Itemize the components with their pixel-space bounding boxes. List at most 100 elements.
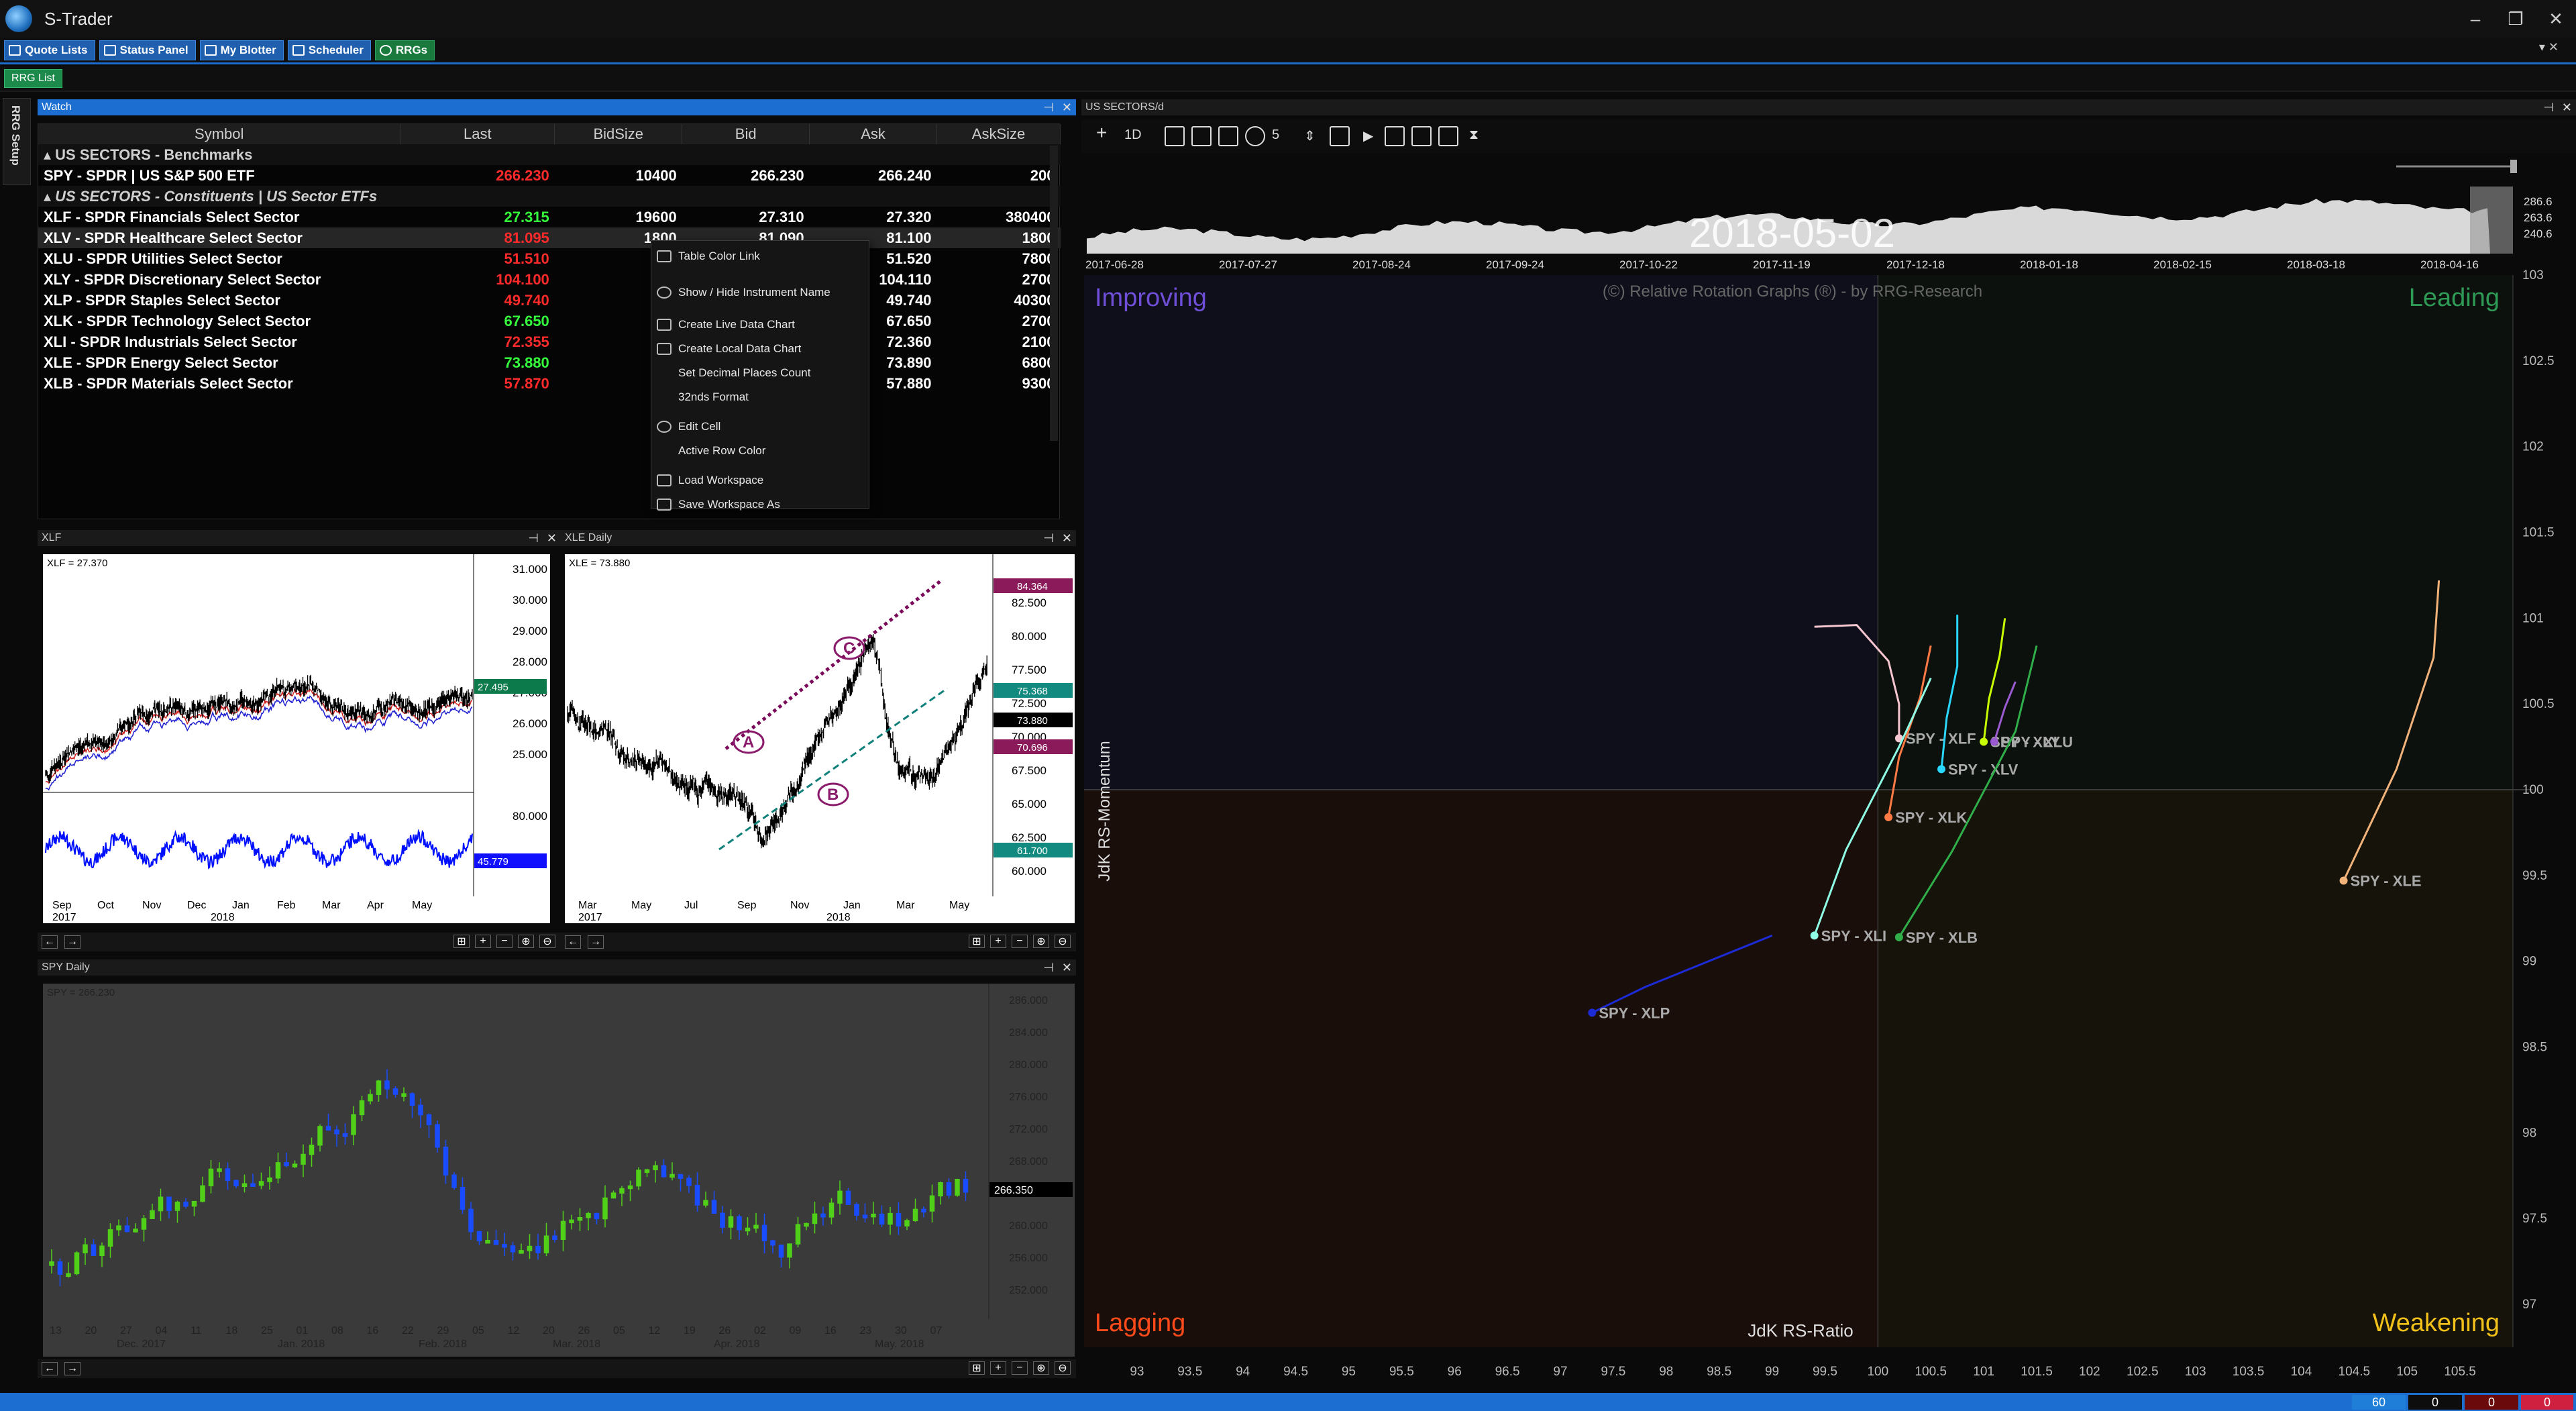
cell-symbol[interactable]: XLK - SPDR Technology Select Sector <box>38 311 400 331</box>
toolbar-overflow-icon[interactable]: ▾ ✕ <box>2539 40 2559 54</box>
close-icon[interactable]: ✕ <box>547 531 557 545</box>
minimize-icon[interactable]: – <box>2455 0 2496 38</box>
rrg-point[interactable] <box>1990 737 1998 746</box>
rrg-point[interactable] <box>2339 876 2348 885</box>
rrg-chart[interactable]: 286.6 263.6 240.6 2017-06-28 2017-07-27 2017-… <box>1081 119 2576 1393</box>
cell-asksize[interactable]: 380400 <box>937 207 1061 227</box>
rrg-point[interactable] <box>1937 765 1945 774</box>
rrg-list-button[interactable]: RRG List <box>4 69 62 88</box>
cell-symbol[interactable]: XLB - SPDR Materials Select Sector <box>38 373 400 394</box>
cell-asksize[interactable]: 1800 <box>936 227 1061 248</box>
table-row[interactable]: XLY - SPDR Discretionary Select Sector 10… <box>38 269 1061 290</box>
rrg-point[interactable] <box>1884 813 1893 821</box>
my-blotter-button[interactable]: My Blotter <box>199 40 284 60</box>
cell-symbol[interactable]: SPY - SPDR | US S&P 500 ETF <box>38 165 400 186</box>
cell-last[interactable]: 72.355 <box>400 331 555 352</box>
add-button[interactable]: + <box>990 935 1006 948</box>
timeline-selection[interactable] <box>2470 187 2513 254</box>
pin-icon[interactable]: ⊣ <box>1043 531 1054 545</box>
add-button[interactable]: + <box>475 935 491 948</box>
cell-asksize[interactable]: 2100 <box>937 331 1061 352</box>
maximize-icon[interactable]: ❐ <box>2496 0 2536 38</box>
menu-item[interactable]: Save Workspace As <box>651 494 870 515</box>
table-row[interactable]: XLV - SPDR Healthcare Select Sector 81.09… <box>38 227 1061 248</box>
xlf-chart[interactable]: XLF = 27.37031.00030.00029.00028.00027.0… <box>43 554 550 923</box>
close-icon[interactable]: ✕ <box>1062 531 1072 545</box>
cell-last[interactable]: 266.230 <box>400 165 555 186</box>
menu-item[interactable]: 32nds Format <box>651 387 870 407</box>
cell-asksize[interactable]: 2700 <box>937 269 1061 290</box>
cell-symbol[interactable]: XLV - SPDR Healthcare Select Sector <box>38 227 400 248</box>
remove-button[interactable]: − <box>1012 935 1028 948</box>
menu-item[interactable]: Create Live Data Chart <box>651 315 870 335</box>
rrg-timeline[interactable]: 286.6 263.6 240.6 2017-06-28 2017-07-27 2017-… <box>1081 160 2553 271</box>
cell-symbol[interactable]: XLE - SPDR Energy Select Sector <box>38 352 400 373</box>
cell-asksize[interactable]: 7800 <box>937 248 1061 269</box>
cell-symbol[interactable]: XLI - SPDR Industrials Select Sector <box>38 331 400 352</box>
status-panel-button[interactable]: Status Panel <box>99 40 196 60</box>
quote-lists-button[interactable]: Quote Lists <box>4 40 95 60</box>
table-row[interactable]: XLE - SPDR Energy Select Sector73.880277… <box>38 352 1061 373</box>
table-row[interactable]: SPY - SPDR | US S&P 500 ETF 266.230 10400 2… <box>38 165 1061 186</box>
col-ask[interactable]: Ask <box>809 124 938 144</box>
group-row[interactable]: ▴ US SECTORS - Constituents | US Sector … <box>38 186 1061 207</box>
col-symbol[interactable]: Symbol <box>38 124 401 144</box>
cell-asksize[interactable]: 9300 <box>937 373 1061 394</box>
cell-bid[interactable]: 266.230 <box>682 165 810 186</box>
remove-button[interactable]: − <box>496 935 513 948</box>
close-icon[interactable]: ✕ <box>2562 101 2572 115</box>
xle-chart[interactable]: XLE = 73.880 82.500 80.000 77.500 72.500 70.0… <box>565 554 1075 923</box>
fit-button[interactable]: ⊞ <box>453 935 470 948</box>
zoom-in-icon[interactable]: ⊕ <box>518 935 534 948</box>
cell-symbol[interactable]: XLF - SPDR Financials Select Sector <box>38 207 400 227</box>
fit-button[interactable]: ⊞ <box>969 935 985 948</box>
remove-button[interactable]: − <box>1012 1361 1028 1375</box>
menu-item[interactable]: Table Color Link <box>651 246 870 266</box>
rrgs-button[interactable]: RRGs <box>374 40 435 60</box>
cell-last[interactable]: 27.315 <box>400 207 555 227</box>
cell-last[interactable]: 67.650 <box>400 311 555 331</box>
collapse-icon[interactable]: ▴ <box>44 188 55 205</box>
watch-scrollbar[interactable] <box>1050 146 1058 441</box>
scroll-left-button[interactable]: ← <box>42 935 58 949</box>
rrg-point[interactable] <box>1894 933 1903 941</box>
close-icon[interactable]: ✕ <box>1062 101 1072 115</box>
pin-icon[interactable]: ⊣ <box>1043 101 1054 115</box>
rrg-point[interactable] <box>1588 1008 1597 1017</box>
cell-last[interactable]: 49.740 <box>400 290 555 311</box>
zoom-out-icon[interactable]: ⊖ <box>1055 1361 1071 1375</box>
add-button[interactable]: + <box>990 1361 1006 1375</box>
scheduler-button[interactable]: Scheduler <box>287 40 371 60</box>
col-last[interactable]: Last <box>400 124 555 144</box>
scroll-right-button[interactable]: → <box>588 935 604 949</box>
cell-ask[interactable]: 27.320 <box>810 207 937 227</box>
zoom-out-icon[interactable]: ⊖ <box>1055 935 1071 948</box>
col-bidsize[interactable]: BidSize <box>554 124 683 144</box>
cell-asksize[interactable]: 6800 <box>937 352 1061 373</box>
zoom-in-icon[interactable]: ⊕ <box>1033 1361 1049 1375</box>
table-row[interactable]: XLF - SPDR Financials Select Sector 27.31… <box>38 207 1061 227</box>
cell-last[interactable]: 81.095 <box>400 227 555 248</box>
cell-bidsize[interactable]: 10400 <box>555 165 682 186</box>
cell-asksize[interactable]: 200 <box>937 165 1061 186</box>
pin-icon[interactable]: ⊣ <box>2543 101 2554 115</box>
fit-button[interactable]: ⊞ <box>969 1361 985 1375</box>
menu-item[interactable]: Load Workspace <box>651 470 870 490</box>
menu-item[interactable]: Create Local Data Chart <box>651 339 870 359</box>
scroll-left-button[interactable]: ← <box>565 935 581 949</box>
table-row[interactable]: XLP - SPDR Staples Select Sector49.74041… <box>38 290 1061 311</box>
cell-ask[interactable]: 266.240 <box>810 165 937 186</box>
table-row[interactable]: XLU - SPDR Utilities Select Sector 51.510… <box>38 248 1061 269</box>
cell-asksize[interactable]: 40300 <box>937 290 1061 311</box>
table-row[interactable]: XLI - SPDR Industrials Select Sector 72.3… <box>38 331 1061 352</box>
table-row[interactable]: XLK - SPDR Technology Select Sector 67.65… <box>38 311 1061 331</box>
cell-symbol[interactable]: XLY - SPDR Discretionary Select Sector <box>38 269 400 290</box>
col-asksize[interactable]: AskSize <box>936 124 1061 144</box>
menu-item[interactable]: Active Row Color <box>651 441 870 461</box>
spy-chart[interactable]: SPY = 266.230 286.000 284.000 280.000 276.00… <box>43 984 1075 1357</box>
close-icon[interactable]: ✕ <box>2536 0 2576 38</box>
group-row[interactable]: ▴ US SECTORS - Benchmarks <box>38 144 1061 165</box>
menu-item[interactable]: Set Decimal Places Count <box>651 363 870 383</box>
cell-last[interactable]: 51.510 <box>400 248 555 269</box>
rrg-point[interactable] <box>1980 737 1988 746</box>
